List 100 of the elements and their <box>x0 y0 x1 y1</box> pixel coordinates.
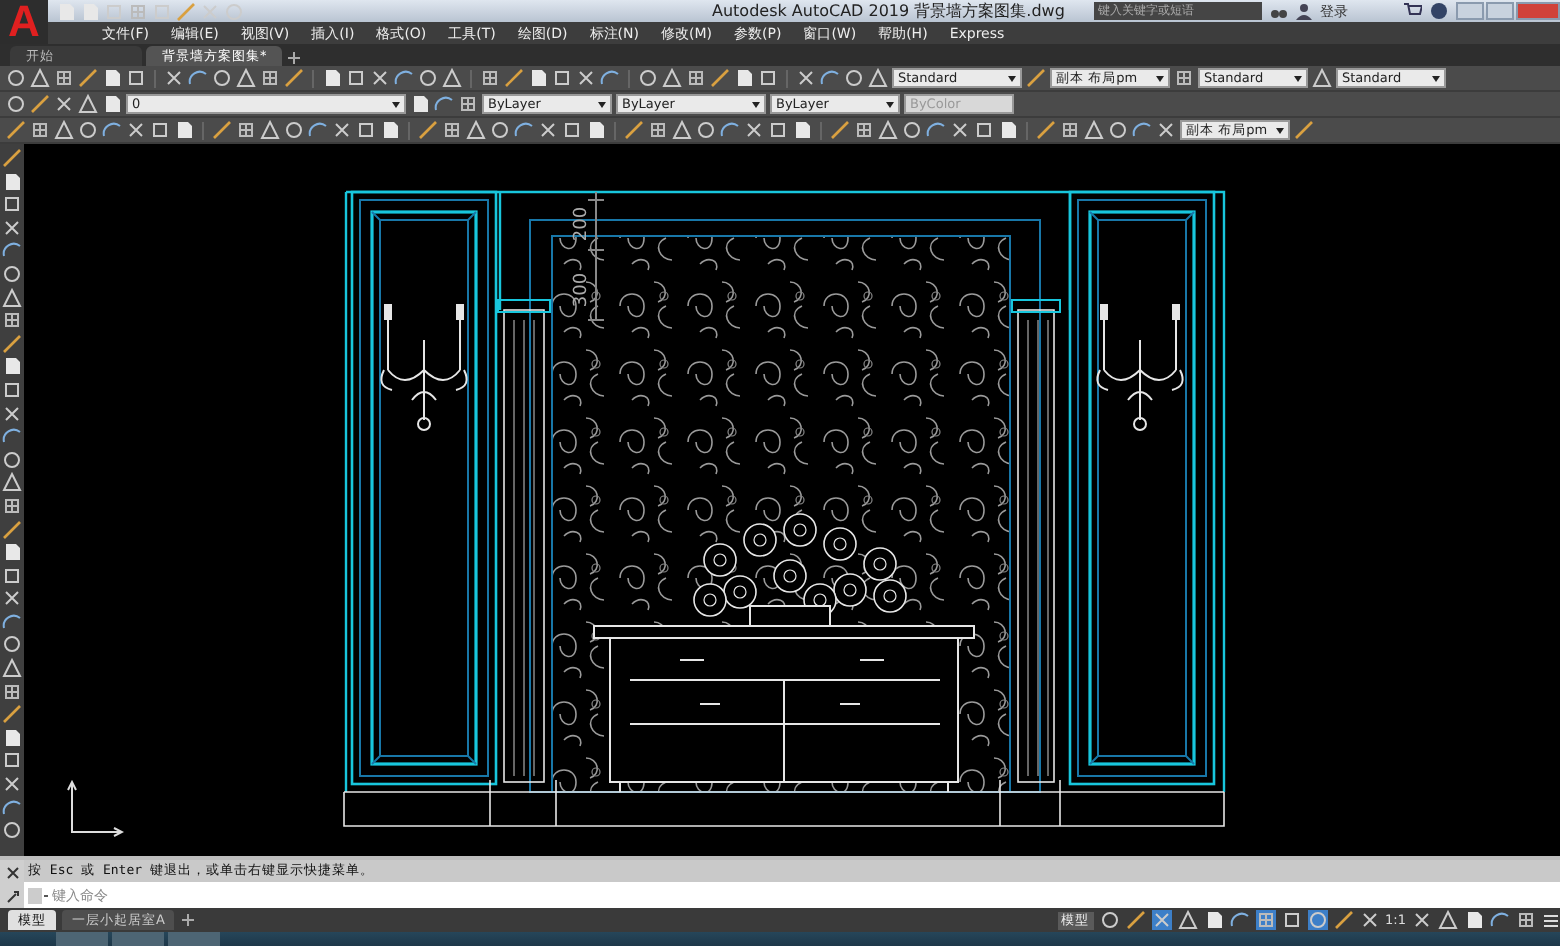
triangle-icon[interactable] <box>30 68 50 88</box>
cross-icon[interactable] <box>2 774 22 795</box>
grid-icon[interactable] <box>1060 120 1080 140</box>
cart-icon[interactable] <box>1404 2 1422 20</box>
page-icon[interactable] <box>174 120 194 140</box>
circle-icon[interactable] <box>6 68 26 88</box>
cross-icon[interactable] <box>538 120 558 140</box>
circle-icon[interactable] <box>638 68 658 88</box>
circle-icon[interactable] <box>78 120 98 140</box>
triangle-icon[interactable] <box>878 120 898 140</box>
square-icon[interactable] <box>974 120 994 140</box>
status-toggle-button[interactable] <box>1151 910 1172 930</box>
arc-icon[interactable] <box>926 120 946 140</box>
triangle-icon[interactable] <box>868 68 888 88</box>
square-icon[interactable] <box>768 120 788 140</box>
arc-icon[interactable] <box>2 240 22 261</box>
grid-icon[interactable] <box>480 68 500 88</box>
arc-icon[interactable] <box>308 120 328 140</box>
line-icon[interactable] <box>78 68 98 88</box>
user-icon[interactable] <box>1296 2 1312 20</box>
status-toggle-button[interactable] <box>1125 910 1146 930</box>
grid-icon[interactable] <box>458 94 478 114</box>
line-icon[interactable] <box>1294 120 1314 140</box>
page-icon[interactable] <box>792 120 812 140</box>
arc-icon[interactable] <box>600 68 620 88</box>
status-toggle-button[interactable] <box>1359 910 1380 930</box>
triangle-icon[interactable] <box>662 68 682 88</box>
line-icon[interactable] <box>6 120 26 140</box>
circle-icon[interactable] <box>212 68 232 88</box>
line-icon[interactable] <box>830 120 850 140</box>
menu-icon[interactable] <box>1542 911 1560 929</box>
line-icon[interactable] <box>2 148 22 168</box>
arc-icon[interactable] <box>2 611 22 632</box>
circle-icon[interactable] <box>2 449 22 470</box>
grid-icon[interactable] <box>236 120 256 140</box>
cross-icon[interactable] <box>332 120 352 140</box>
status-toggle-button[interactable] <box>1307 910 1328 930</box>
cross-icon[interactable] <box>126 120 146 140</box>
circle-icon[interactable] <box>418 68 438 88</box>
square-icon[interactable] <box>150 120 170 140</box>
square-icon[interactable] <box>758 68 778 88</box>
status-toggle-button[interactable] <box>1333 910 1354 930</box>
triangle-icon[interactable] <box>2 287 22 308</box>
grid-icon[interactable] <box>54 68 74 88</box>
grid-icon[interactable] <box>2 310 22 331</box>
cross-icon[interactable] <box>576 68 596 88</box>
grid-icon[interactable] <box>1516 910 1536 930</box>
cross-icon[interactable] <box>744 120 764 140</box>
grid-icon[interactable] <box>260 68 280 88</box>
arc-icon[interactable] <box>2 426 22 447</box>
square-icon[interactable] <box>346 68 366 88</box>
cross-icon[interactable] <box>2 403 22 424</box>
triangle-icon[interactable] <box>2 472 22 493</box>
status-toggle-button[interactable] <box>1281 910 1302 930</box>
arc-icon[interactable] <box>720 120 740 140</box>
square-icon[interactable] <box>2 565 22 586</box>
arc-icon[interactable] <box>188 68 208 88</box>
page-icon[interactable] <box>998 120 1018 140</box>
cross-icon[interactable] <box>796 68 816 88</box>
line-icon[interactable] <box>2 519 22 539</box>
grid-icon[interactable] <box>854 120 874 140</box>
triangle-icon[interactable] <box>1438 910 1458 930</box>
arc-icon[interactable] <box>102 120 122 140</box>
close-icon[interactable] <box>5 865 19 879</box>
triangle-icon[interactable] <box>672 120 692 140</box>
triangle-icon[interactable] <box>2 658 22 679</box>
triangle-icon[interactable] <box>236 68 256 88</box>
triangle-icon[interactable] <box>1084 120 1104 140</box>
grid-icon[interactable] <box>648 120 668 140</box>
circle-icon[interactable] <box>2 634 22 655</box>
grid-icon[interactable] <box>2 495 22 516</box>
square-icon[interactable] <box>2 379 22 400</box>
line-icon[interactable] <box>624 120 644 140</box>
wrench-icon[interactable] <box>5 889 19 903</box>
grid-icon[interactable] <box>2 681 22 702</box>
square-icon[interactable] <box>2 750 22 771</box>
grid-icon[interactable] <box>686 68 706 88</box>
help-icon[interactable] <box>1430 2 1448 20</box>
cross-icon[interactable] <box>164 68 184 88</box>
line-icon[interactable] <box>418 120 438 140</box>
status-toggle-button[interactable] <box>1177 910 1198 930</box>
line-icon[interactable] <box>2 333 22 354</box>
arc-icon[interactable] <box>1132 120 1152 140</box>
triangle-icon[interactable] <box>260 120 280 140</box>
circle-icon[interactable] <box>284 120 304 140</box>
arc-icon[interactable] <box>1490 910 1510 930</box>
cross-icon[interactable] <box>2 588 22 609</box>
arc-icon[interactable] <box>820 68 840 88</box>
circle-icon[interactable] <box>490 120 510 140</box>
plus-icon[interactable] <box>286 50 303 66</box>
triangle-icon[interactable] <box>1312 68 1332 88</box>
grid-icon[interactable] <box>30 120 50 140</box>
line-icon[interactable] <box>1036 120 1056 140</box>
triangle-icon[interactable] <box>442 68 462 88</box>
circle-icon[interactable] <box>6 94 26 114</box>
line-icon[interactable] <box>284 68 304 88</box>
status-toggle-button[interactable] <box>1099 910 1120 930</box>
line-icon[interactable] <box>2 704 22 725</box>
line-icon[interactable] <box>1026 68 1046 88</box>
circle-icon[interactable] <box>696 120 716 140</box>
